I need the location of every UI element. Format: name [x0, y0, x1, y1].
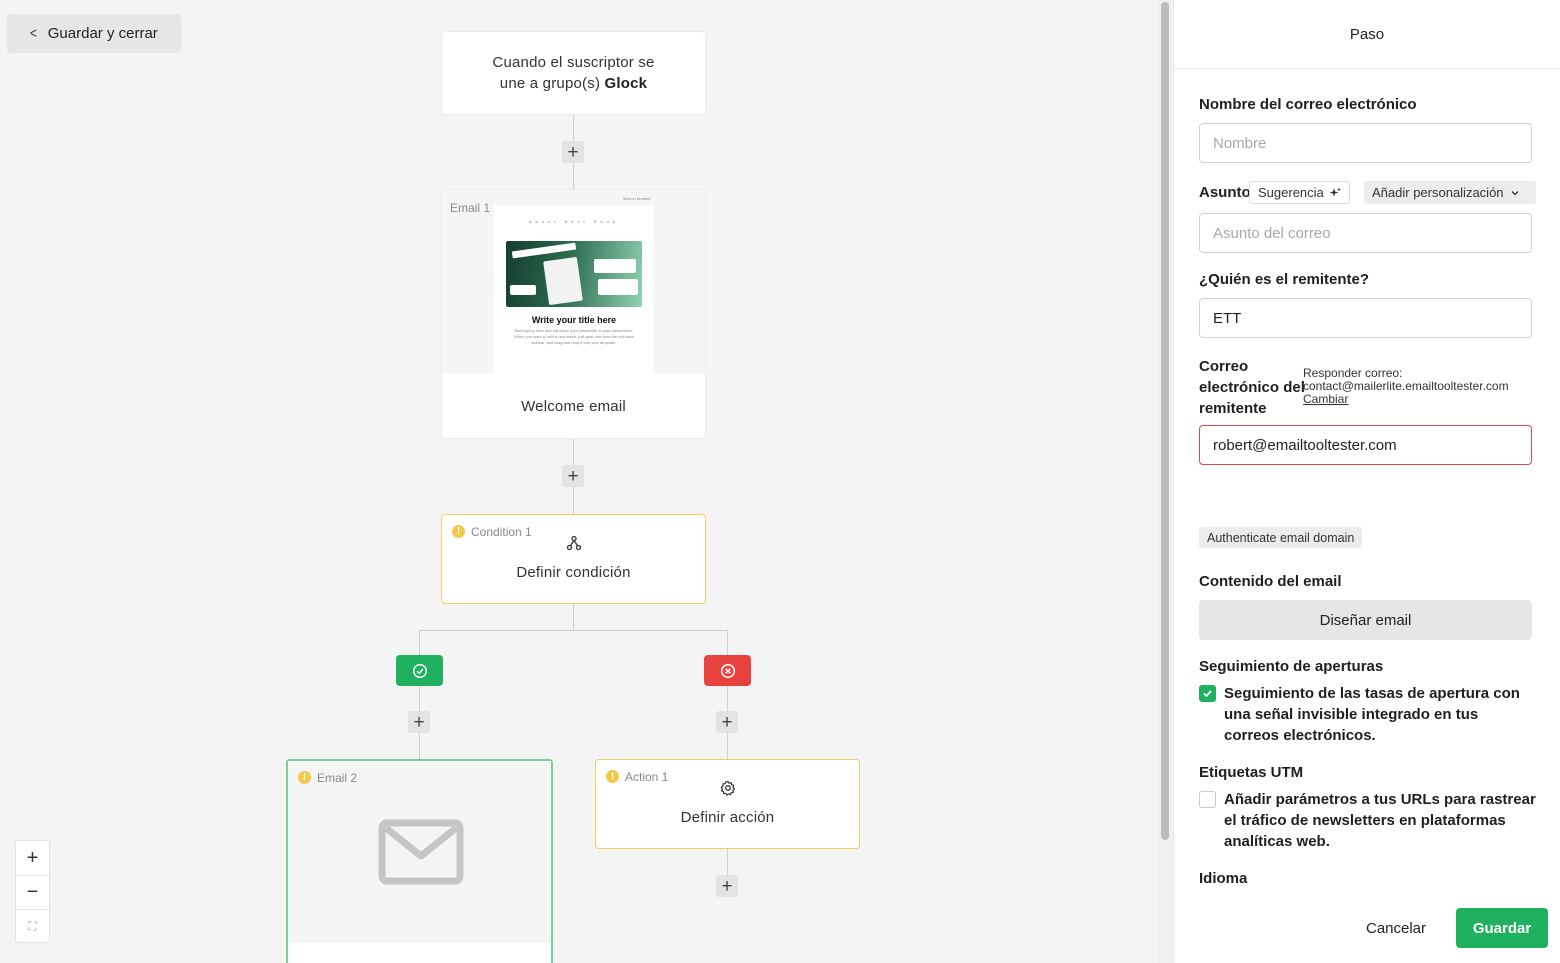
panel-title: Paso	[1174, 0, 1560, 69]
condition-yes-branch[interactable]	[396, 655, 443, 686]
utm-tags-label: Etiquetas UTM	[1199, 764, 1304, 781]
panel-form: Nombre del correo electrónico Asunto Sug…	[1174, 69, 1560, 888]
preview-title: Write your title here	[531, 315, 617, 325]
utm-tags-description: Añadir parámetros a tus URLs para rastre…	[1224, 791, 1536, 850]
connector-line	[727, 630, 728, 655]
condition-label: Definir condición	[516, 564, 631, 581]
email-name-label: Nombre del correo electrónico	[1199, 96, 1417, 113]
zoom-controls: + − ⛶	[15, 840, 50, 943]
add-step-button[interactable]: +	[716, 875, 738, 897]
chevron-down-icon	[1511, 190, 1518, 195]
preview-hero-image	[506, 241, 642, 307]
action-label: Definir acción	[680, 809, 775, 826]
fit-view-button[interactable]: ⛶	[16, 909, 49, 943]
action-node[interactable]: ! Action 1 Definir acción	[595, 759, 860, 849]
warning-icon: !	[452, 525, 465, 538]
branch-line	[419, 630, 728, 631]
condition-no-branch[interactable]	[704, 655, 751, 686]
suggestion-label: Sugerencia	[1258, 185, 1324, 200]
panel-footer: Cancelar Guardar	[1174, 888, 1560, 963]
utm-tags-checkbox[interactable]	[1199, 791, 1216, 808]
preview-browser-link: View in browser	[622, 196, 651, 201]
save-and-close-button[interactable]: < Guardar y cerrar	[7, 14, 181, 53]
open-tracking-label: Seguimiento de aperturas	[1199, 658, 1384, 675]
email-2-tag: Email 2	[317, 771, 358, 785]
branch-icon	[566, 535, 582, 551]
checkmark-icon	[1203, 690, 1212, 698]
email-2-node[interactable]: ! Email 2	[286, 759, 553, 963]
email-preview: ! Email 2	[288, 761, 551, 943]
add-step-button[interactable]: +	[562, 141, 584, 163]
suggestion-button[interactable]: Sugerencia	[1249, 181, 1350, 204]
open-tracking-description: Seguimiento de las tasas de apertura con…	[1224, 685, 1520, 744]
gear-icon	[720, 780, 736, 796]
connector-line	[419, 630, 420, 655]
condition-tag: Condition 1	[471, 525, 532, 539]
x-circle-icon	[720, 663, 735, 678]
cancel-button[interactable]: Cancelar	[1348, 908, 1444, 948]
sparkle-icon	[1329, 187, 1341, 197]
chevron-left-icon: <	[29, 25, 37, 42]
add-step-button[interactable]: +	[716, 711, 738, 733]
reply-to-info: Responder correo: contact@mailerlite.ema…	[1303, 367, 1509, 406]
save-and-close-label: Guardar y cerrar	[47, 25, 158, 42]
email-1-node[interactable]: Email 1 View in browser About Next Shop …	[441, 189, 706, 439]
save-button[interactable]: Guardar	[1456, 908, 1548, 948]
sender-name-label: ¿Quién es el remitente?	[1199, 271, 1370, 288]
connector-line	[573, 604, 574, 630]
design-email-button[interactable]: Diseñar email	[1199, 600, 1532, 640]
subject-label: Asunto	[1199, 184, 1251, 201]
add-step-button[interactable]: +	[562, 465, 584, 487]
sender-name-input[interactable]	[1199, 298, 1532, 338]
email-thumbnail: About Next Shop Write your title here St…	[494, 205, 654, 373]
canvas-scrollbar-thumb[interactable]	[1161, 2, 1169, 840]
email-1-label: Welcome email	[521, 397, 626, 415]
zoom-in-button[interactable]: +	[16, 841, 49, 875]
step-settings-panel: Paso Nombre del correo electrónico Asunt…	[1173, 0, 1560, 963]
email-content-label: Contenido del email	[1199, 573, 1342, 590]
zoom-out-button[interactable]: −	[16, 875, 49, 909]
open-tracking-checkbox[interactable]	[1199, 685, 1216, 702]
change-reply-to-link[interactable]: Cambiar	[1303, 392, 1348, 406]
subject-input[interactable]	[1199, 213, 1532, 253]
warning-icon: !	[606, 770, 619, 783]
sender-email-input[interactable]	[1199, 425, 1532, 465]
sender-email-label: Correo electrónico del remitente	[1199, 358, 1305, 417]
email-1-tag: Email 1	[450, 201, 491, 215]
envelope-icon	[378, 819, 464, 885]
add-step-button[interactable]: +	[408, 711, 430, 733]
authenticate-domain-button[interactable]: Authenticate email domain	[1199, 527, 1363, 548]
preview-body: Start typing here and introduce your new…	[514, 328, 634, 345]
workflow-canvas[interactable]: < Guardar y cerrar Cuando el suscriptor …	[0, 0, 1158, 963]
email-name-input[interactable]	[1199, 123, 1532, 163]
add-personalization-label: Añadir personalización	[1372, 185, 1504, 200]
trigger-group-name: Glock	[604, 75, 648, 92]
email-preview: Email 1 View in browser About Next Shop …	[442, 190, 705, 373]
trigger-node[interactable]: Cuando el suscriptor se une a grupo(s) G…	[441, 31, 706, 115]
action-tag: Action 1	[625, 770, 669, 784]
language-label: Idioma	[1199, 870, 1248, 887]
check-circle-icon	[412, 663, 427, 678]
condition-node[interactable]: ! Condition 1 Definir condición	[441, 514, 706, 604]
connector-line	[727, 849, 728, 875]
warning-icon: !	[298, 771, 311, 784]
add-personalization-dropdown[interactable]: Añadir personalización	[1364, 181, 1536, 204]
preview-nav: About Next Shop	[528, 219, 620, 224]
